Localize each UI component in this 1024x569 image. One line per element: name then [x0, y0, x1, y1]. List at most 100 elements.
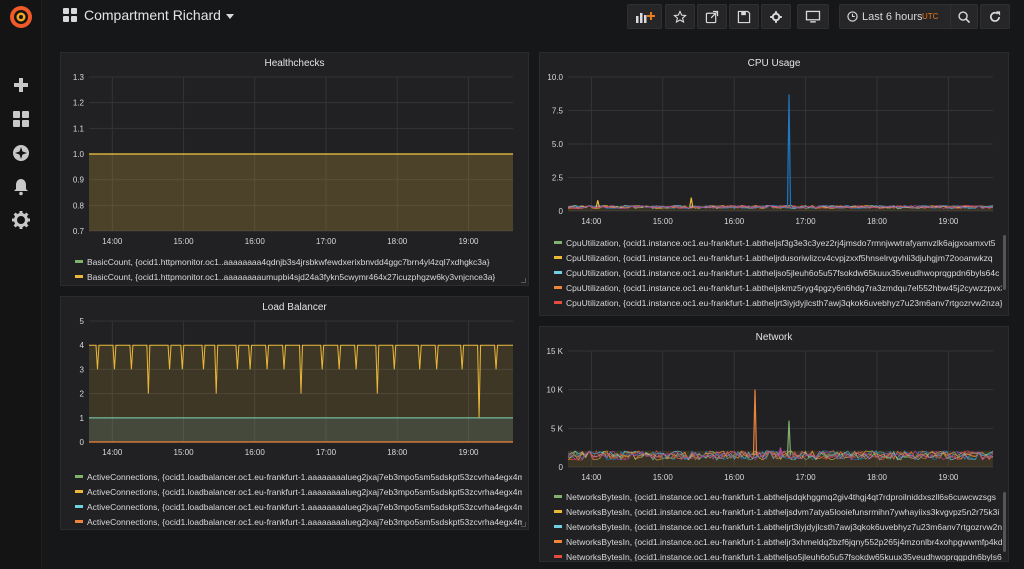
- dashboard-grid-icon: [63, 8, 77, 22]
- graph-legend: BasicCount, {ocid1.httpmonitor.oc1..aaaa…: [75, 254, 522, 284]
- x-tick-label: 16:00: [245, 448, 266, 457]
- star-button[interactable]: [665, 4, 695, 29]
- cpu-usage-graph[interactable]: 0 2.5 5.0 7.5 10.0 14:00 15:00 16:00 17:00 18:00 1…: [540, 67, 1010, 233]
- legend-item[interactable]: CpuUtilization, {ocid1.instance.oc1.eu-f…: [554, 265, 1002, 280]
- x-tick-label: 19:00: [458, 237, 479, 246]
- y-tick-label: 1.1: [73, 124, 85, 133]
- panel-resize-handle[interactable]: [521, 278, 526, 283]
- x-tick-label: 14:00: [581, 473, 602, 482]
- legend-swatch: [554, 495, 562, 498]
- refresh-icon: [990, 10, 1001, 22]
- time-picker-button[interactable]: Last 6 hours UTC: [839, 4, 956, 29]
- legend-item[interactable]: ActiveConnections, {ocid1.loadbalancer.o…: [75, 499, 522, 514]
- legend-item[interactable]: BasicCount, {ocid1.httpmonitor.oc1..aaaa…: [75, 269, 522, 284]
- legend-swatch: [554, 510, 562, 513]
- x-tick-label: 14:00: [102, 448, 123, 457]
- y-tick-label: 0.7: [73, 227, 85, 236]
- legend-label: ActiveConnections, {ocid1.loadbalancer.o…: [87, 516, 522, 527]
- zoom-out-icon: [958, 10, 971, 23]
- tv-mode-button[interactable]: [797, 4, 829, 29]
- timezone-badge: UTC: [922, 12, 939, 21]
- apps-grid-icon[interactable]: [11, 109, 31, 129]
- legend-swatch: [554, 286, 562, 289]
- legend-item[interactable]: NetworksBytesIn, {ocid1.instance.oc1.eu-…: [554, 534, 1002, 549]
- y-tick-label: 0.9: [73, 176, 85, 185]
- x-tick-label: 15:00: [653, 473, 674, 482]
- x-tick-label: 15:00: [174, 448, 195, 457]
- spike-mark: [752, 389, 758, 456]
- legend-label: NetworksBytesIn, {ocid1.instance.oc1.eu-…: [566, 536, 1002, 547]
- add-panel-button[interactable]: [627, 4, 662, 29]
- legend-item[interactable]: CpuUtilization, {ocid1.instance.oc1.eu-f…: [554, 235, 1002, 250]
- dashboard-settings-button[interactable]: [761, 4, 791, 29]
- y-tick-label: 3: [80, 365, 85, 374]
- x-tick-label: 18:00: [867, 217, 888, 226]
- legend-item[interactable]: ActiveConnections, {ocid1.loadbalancer.o…: [75, 484, 522, 499]
- grafana-logo-icon[interactable]: [7, 3, 35, 31]
- bell-icon[interactable]: [11, 177, 31, 197]
- gear-icon[interactable]: [11, 210, 31, 230]
- y-tick-label: 2: [80, 390, 85, 399]
- legend-swatch: [554, 555, 562, 558]
- legend-item[interactable]: CpuUtilization, {ocid1.instance.oc1.eu-f…: [554, 295, 1002, 310]
- legend-label: NetworksBytesIn, {ocid1.instance.oc1.eu-…: [566, 506, 1000, 517]
- y-tick-label: 5: [80, 317, 85, 326]
- save-icon: [737, 10, 751, 23]
- network-graph[interactable]: 0 5 K 10 K 15 K 14:00 15:00 16:00 17:00 18:00 19:…: [540, 341, 1010, 489]
- refresh-button[interactable]: [980, 4, 1010, 29]
- plus-icon[interactable]: [11, 75, 31, 95]
- panel-healthchecks[interactable]: Healthchecks 0.7 0.8 0.9 1.0 1.1 1.2 1.3 14:00 1…: [60, 52, 529, 286]
- legend-swatch: [75, 275, 83, 278]
- zoom-out-button[interactable]: [950, 4, 978, 29]
- legend-item[interactable]: NetworksBytesIn, {ocid1.instance.oc1.eu-…: [554, 519, 1002, 534]
- x-tick-label: 17:00: [316, 448, 337, 457]
- legend-item[interactable]: NetworksBytesIn, {ocid1.instance.oc1.eu-…: [554, 489, 1002, 504]
- legend-label: ActiveConnections, {ocid1.loadbalancer.o…: [87, 501, 522, 512]
- panel-cpu-usage[interactable]: CPU Usage 0 2.5 5.0 7.5 10.0 14:00 15:00 16:00 1…: [539, 52, 1009, 316]
- legend-swatch: [554, 525, 562, 528]
- legend-item[interactable]: ActiveConnections, {ocid1.loadbalancer.o…: [75, 514, 522, 529]
- legend-label: NetworksBytesIn, {ocid1.instance.oc1.eu-…: [566, 551, 1002, 562]
- legend-label: CpuUtilization, {ocid1.instance.oc1.eu-f…: [566, 237, 996, 248]
- save-button[interactable]: [729, 4, 759, 29]
- y-tick-label: 0: [559, 207, 564, 216]
- dashboard-title[interactable]: Compartment Richard: [84, 7, 234, 23]
- y-tick-label: 2.5: [552, 174, 564, 183]
- x-tick-label: 16:00: [724, 217, 745, 226]
- x-tick-label: 14:00: [102, 237, 123, 246]
- legend-scrollbar[interactable]: [1003, 235, 1006, 290]
- panel-load-balancer[interactable]: Load Balancer 0 1 2 3 4 5 14:00 15:00 16:00 17:00…: [60, 296, 529, 530]
- compass-icon[interactable]: [11, 143, 31, 163]
- y-tick-label: 0: [80, 438, 85, 447]
- y-tick-label: 1.2: [73, 99, 85, 108]
- add-panel-icon: [635, 11, 655, 23]
- legend-item[interactable]: ActiveConnections, {ocid1.loadbalancer.o…: [75, 469, 522, 484]
- x-tick-label: 17:00: [316, 237, 337, 246]
- legend-item[interactable]: CpuUtilization, {ocid1.instance.oc1.eu-f…: [554, 250, 1002, 265]
- y-tick-label: 10.0: [547, 73, 563, 82]
- legend-scrollbar[interactable]: [1003, 492, 1006, 552]
- legend-item[interactable]: CpuUtilization, {ocid1.instance.oc1.eu-f…: [554, 280, 1002, 295]
- share-button[interactable]: [697, 4, 727, 29]
- y-tick-label: 0.8: [73, 201, 85, 210]
- legend-swatch: [554, 301, 562, 304]
- legend-swatch: [75, 520, 83, 523]
- graph-legend: NetworksBytesIn, {ocid1.instance.oc1.eu-…: [554, 489, 1002, 561]
- legend-label: NetworksBytesIn, {ocid1.instance.oc1.eu-…: [566, 491, 996, 502]
- y-tick-label: 0: [559, 463, 564, 472]
- load-balancer-graph[interactable]: 0 1 2 3 4 5 14:00 15:00 16:00 17:00 18:00 19:00: [61, 311, 530, 464]
- y-tick-label: 10 K: [547, 386, 564, 395]
- legend-label: CpuUtilization, {ocid1.instance.oc1.eu-f…: [566, 282, 1002, 293]
- chevron-down-icon: [225, 13, 234, 19]
- x-tick-label: 17:00: [796, 217, 817, 226]
- legend-item[interactable]: NetworksBytesIn, {ocid1.instance.oc1.eu-…: [554, 504, 1002, 519]
- panel-resize-handle[interactable]: [521, 522, 526, 527]
- legend-item[interactable]: NetworksBytesIn, {ocid1.instance.oc1.eu-…: [554, 549, 1002, 561]
- x-tick-label: 16:00: [245, 237, 266, 246]
- series-area: [89, 417, 513, 442]
- legend-item[interactable]: BasicCount, {ocid1.httpmonitor.oc1..aaaa…: [75, 254, 522, 269]
- panel-network[interactable]: Network 05 K 10 K 15 K 14:00 15:00 16:00 17:00…: [539, 326, 1009, 562]
- legend-swatch: [554, 256, 562, 259]
- x-tick-label: 18:00: [867, 473, 888, 482]
- healthchecks-graph[interactable]: 0.7 0.8 0.9 1.0 1.1 1.2 1.3 14:00 15:00 16:00 17:0…: [61, 67, 530, 253]
